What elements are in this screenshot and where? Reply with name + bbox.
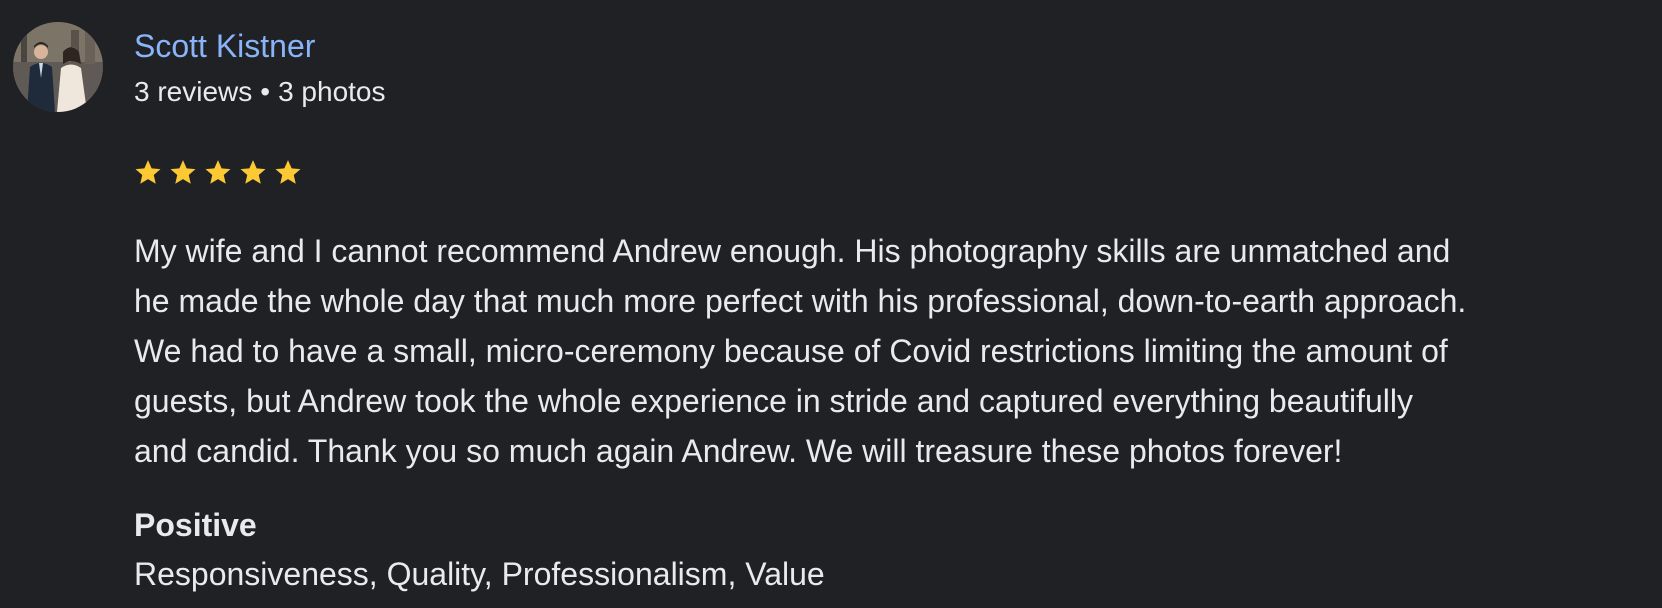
profile-photo-icon xyxy=(13,22,103,112)
separator-dot: • xyxy=(260,76,271,107)
photo-count: 3 photos xyxy=(278,76,386,107)
reviewer-name-link[interactable]: Scott Kistner xyxy=(134,26,315,66)
review-text: My wife and I cannot recommend Andrew en… xyxy=(134,226,1654,476)
positive-attributes-heading: Positive xyxy=(134,507,257,543)
review-text-line: guests, but Andrew took the whole experi… xyxy=(134,383,1414,419)
star-rating xyxy=(132,154,304,194)
positive-attributes-list: Responsiveness, Quality, Professionalism… xyxy=(134,556,825,592)
reviewer-avatar[interactable] xyxy=(13,22,103,112)
star-icon xyxy=(237,154,269,190)
star-icon xyxy=(202,154,234,190)
review-text-line: and candid. Thank you so much again Andr… xyxy=(134,433,1343,469)
reviewer-stats: 3 reviews • 3 photos xyxy=(134,74,386,110)
review-text-line: he made the whole day that much more per… xyxy=(134,283,1467,319)
review-text-line: My wife and I cannot recommend Andrew en… xyxy=(134,233,1451,269)
review-text-line: We had to have a small, micro-ceremony b… xyxy=(134,333,1448,369)
star-icon xyxy=(167,154,199,190)
star-icon xyxy=(272,154,304,190)
star-icon xyxy=(132,154,164,190)
review-count: 3 reviews xyxy=(134,76,253,107)
